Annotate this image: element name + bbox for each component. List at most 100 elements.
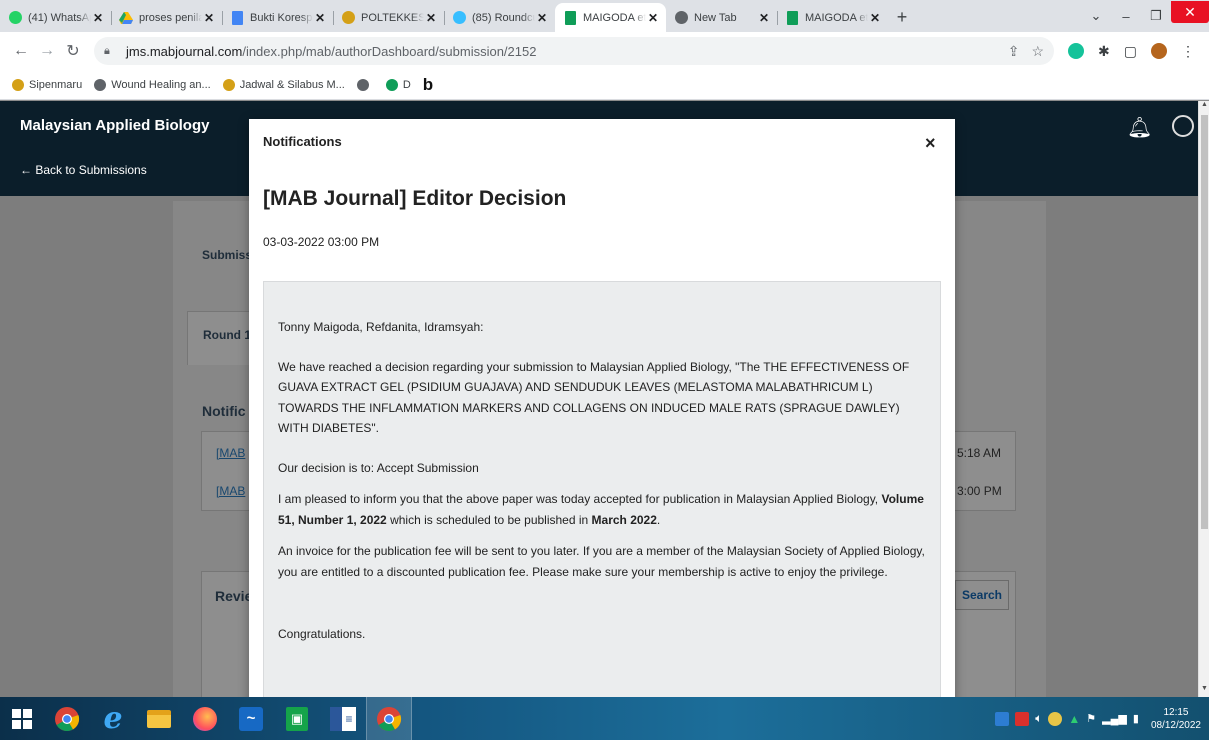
- notification-modal: Notifications × [MAB Journal] Editor Dec…: [249, 119, 955, 697]
- sheets-icon: [785, 10, 799, 25]
- tray-app-icon[interactable]: [995, 711, 1010, 726]
- bookmark-item[interactable]: Sipenmaru: [12, 78, 82, 91]
- bookmark-icon: [385, 78, 398, 91]
- browser-tab[interactable]: proses penilaian ✕: [111, 3, 222, 32]
- internet-explorer-icon[interactable]: e: [90, 697, 136, 740]
- bookmark-item[interactable]: D: [385, 78, 411, 91]
- message-paragraph: I am pleased to inform you that the abov…: [278, 492, 924, 527]
- notification-time: 3:00 PM: [957, 484, 1002, 498]
- close-icon[interactable]: ×: [925, 133, 936, 154]
- browser-tab[interactable]: New Tab ✕: [666, 3, 777, 32]
- browser-tab[interactable]: MAIGODA et al. ✕: [777, 3, 888, 32]
- bookmark-item[interactable]: Jadwal & Silabus M...: [222, 78, 345, 91]
- roundcube-icon: [452, 11, 466, 25]
- scroll-thumb[interactable]: [1201, 115, 1208, 529]
- browser-tab-active[interactable]: MAIGODA et al. ✕: [555, 3, 666, 32]
- close-tab-icon[interactable]: ✕: [424, 11, 438, 25]
- signal-icon[interactable]: ▂▄▆: [1102, 712, 1127, 725]
- tab-search-icon[interactable]: ⌄: [1081, 8, 1111, 24]
- browser-tab[interactable]: (41) WhatsApp ✕: [0, 3, 111, 32]
- browser-toolbar: ← → ↻ 🔒︎ jms.mabjournal.com/index.php/ma…: [0, 32, 1209, 70]
- message-greeting: Tonny Maigoda, Refdanita, Idramsyah:: [278, 320, 484, 334]
- grammarly-icon[interactable]: [1068, 43, 1084, 59]
- restore-icon[interactable]: ❐: [1141, 8, 1171, 24]
- site-title[interactable]: Malaysian Applied Biology: [20, 117, 209, 134]
- tray-app-icon[interactable]: [1015, 711, 1030, 726]
- drive-icon: [119, 11, 133, 25]
- notification-time: 5:18 AM: [957, 446, 1002, 460]
- close-tab-icon[interactable]: ✕: [646, 11, 660, 25]
- close-tab-icon[interactable]: ✕: [757, 11, 771, 25]
- tray-app-icon[interactable]: [1048, 711, 1063, 726]
- message-closing: Congratulations.: [278, 627, 366, 641]
- review-heading: Revie: [215, 588, 253, 604]
- notification-link[interactable]: [MAB: [216, 484, 245, 498]
- close-tab-icon[interactable]: ✕: [202, 11, 216, 25]
- word-icon[interactable]: ≡: [320, 697, 366, 740]
- new-tab-button[interactable]: +: [888, 3, 916, 32]
- site-icon: [341, 11, 355, 25]
- side-panel-icon[interactable]: ▢: [1124, 43, 1137, 60]
- user-icon[interactable]: [1172, 115, 1194, 137]
- close-tab-icon[interactable]: ✕: [535, 11, 549, 25]
- windows-taskbar: e ~ ▣ ≡ 🔈︎ ▲ ⚑ ▂▄▆ ▮ 12:15 08/12/2022: [0, 697, 1209, 740]
- volume-icon[interactable]: 🔈︎: [1035, 711, 1042, 726]
- tab-round-1-label: Round 1: [203, 328, 251, 342]
- battery-icon[interactable]: ▮: [1133, 712, 1139, 725]
- bookmark-item[interactable]: [356, 78, 374, 91]
- bookmark-star-icon[interactable]: ☆: [1031, 43, 1044, 60]
- origin-app-icon[interactable]: ~: [228, 697, 274, 740]
- message-body: Tonny Maigoda, Refdanita, Idramsyah: We …: [263, 281, 941, 697]
- modal-title: Notifications: [263, 134, 342, 149]
- bookmark-icon: [222, 78, 235, 91]
- reload-icon[interactable]: ↻: [60, 41, 86, 61]
- bookmark-item[interactable]: b: [423, 75, 433, 95]
- store-app-icon[interactable]: ▣: [274, 697, 320, 740]
- browser-tab[interactable]: POLTEKKES KEMENKES ✕: [333, 3, 444, 32]
- bookmarks-bar: Sipenmaru Wound Healing an... Jadwal & S…: [0, 70, 1209, 100]
- close-tab-icon[interactable]: ✕: [313, 11, 327, 25]
- close-tab-icon[interactable]: ✕: [91, 11, 105, 25]
- windows-start-icon[interactable]: [0, 697, 44, 740]
- flag-icon[interactable]: ⚑: [1086, 712, 1096, 725]
- back-to-submissions-link[interactable]: ← Back to Submissions: [20, 163, 147, 177]
- notification-link[interactable]: [MAB: [216, 446, 245, 460]
- message-decision: Our decision is to: Accept Submission: [278, 460, 479, 475]
- search-button[interactable]: Search: [955, 580, 1009, 610]
- scroll-up-icon[interactable]: ▲: [1200, 101, 1209, 113]
- forward-arrow-icon[interactable]: →: [34, 42, 60, 60]
- sheets-icon: [563, 10, 577, 25]
- message-subject: [MAB Journal] Editor Decision: [263, 187, 567, 210]
- browser-tab[interactable]: (85) Roundcube ✕: [444, 3, 555, 32]
- chrome-icon: [674, 11, 688, 25]
- tab-submission[interactable]: Submiss: [202, 248, 252, 262]
- chrome-running-taskbar-icon[interactable]: [366, 697, 412, 740]
- back-arrow-icon[interactable]: ←: [8, 42, 34, 60]
- message-paragraph: An invoice for the publication fee will …: [278, 544, 925, 579]
- scroll-down-icon[interactable]: ▼: [1200, 685, 1209, 697]
- browser-tab[interactable]: Bukti Korespondensi ✕: [222, 3, 333, 32]
- profile-avatar-icon[interactable]: [1150, 43, 1167, 59]
- page-scrollbar[interactable]: ▲ ▼: [1198, 101, 1209, 697]
- menu-kebab-icon[interactable]: ⋮: [1181, 43, 1195, 60]
- close-tab-icon[interactable]: ✕: [868, 11, 882, 25]
- url-path: /index.php/mab/authorDashboard/submissio…: [242, 43, 537, 59]
- drive-sync-icon[interactable]: ▲: [1068, 712, 1080, 726]
- browser-tab-strip: (41) WhatsApp ✕ proses penilaian ✕ Bukti…: [0, 0, 1209, 32]
- page-viewport: Malaysian Applied Biology ← Back to Subm…: [0, 101, 1198, 697]
- bell-icon[interactable]: 🔔︎: [1127, 115, 1152, 140]
- chrome-taskbar-icon[interactable]: [44, 697, 90, 740]
- taskbar-clock[interactable]: 12:15 08/12/2022: [1151, 706, 1201, 732]
- docs-icon: [230, 10, 244, 25]
- bookmark-icon: [12, 78, 24, 91]
- extensions-puzzle-icon[interactable]: ✱: [1098, 43, 1110, 60]
- minimize-icon[interactable]: –: [1111, 9, 1141, 24]
- address-bar[interactable]: 🔒︎ jms.mabjournal.com/index.php/mab/auth…: [94, 37, 1054, 65]
- firefox-icon[interactable]: [182, 697, 228, 740]
- globe-icon: [356, 78, 369, 91]
- window-close-icon[interactable]: ✕: [1171, 1, 1209, 23]
- file-explorer-icon[interactable]: [136, 697, 182, 740]
- share-icon[interactable]: ⇪: [1008, 43, 1020, 60]
- bookmark-item[interactable]: Wound Healing an...: [94, 78, 211, 91]
- lock-icon: 🔒︎: [104, 44, 110, 57]
